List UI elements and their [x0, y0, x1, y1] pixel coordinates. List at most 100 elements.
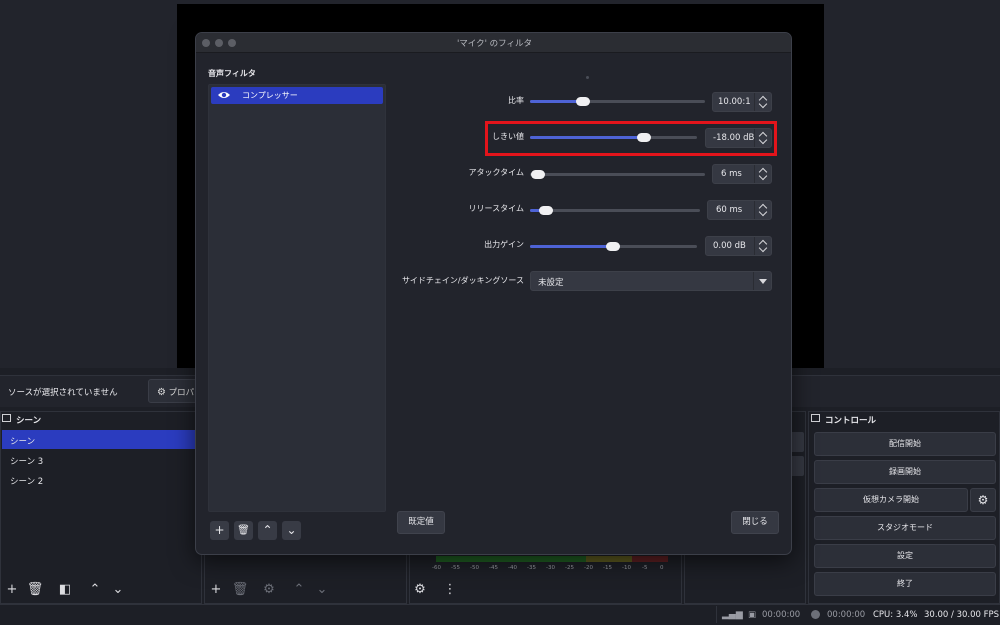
exit-button[interactable]: 終了: [814, 572, 996, 596]
scene-item-label: シーン 2: [10, 477, 44, 487]
move-filter-up-button[interactable]: ⌃: [258, 521, 277, 540]
meter-tick: -50: [470, 565, 479, 571]
eye-icon[interactable]: [217, 90, 231, 100]
gear-icon[interactable]: ⚙: [260, 581, 278, 599]
add-filter-button[interactable]: +: [210, 521, 229, 540]
gear-icon: ⚙: [977, 493, 989, 507]
record-icon: [811, 610, 820, 619]
trash-icon[interactable]: 🗑: [26, 581, 44, 599]
release-time-slider-handle[interactable]: [539, 206, 553, 215]
fps-readout: 30.00 / 30.00 FPS: [924, 610, 1000, 620]
filter-list[interactable]: [208, 84, 386, 512]
output-gain-slider[interactable]: [530, 242, 697, 251]
cpu-usage: CPU: 3.4%: [873, 610, 918, 620]
start-recording-button[interactable]: 録画開始: [814, 460, 996, 484]
signal-icon: ▂▄▆: [722, 610, 743, 620]
stream-icon: ▣: [748, 610, 757, 620]
dialog-title: 'マイク' のフィルタ: [456, 39, 533, 49]
caret-down-icon: [759, 279, 767, 284]
stream-time: 00:00:00: [762, 610, 801, 620]
meter-tick: -60: [432, 565, 441, 571]
start-virtual-camera-button[interactable]: 仮想カメラ開始: [814, 488, 968, 512]
studio-mode-button[interactable]: スタジオモード: [814, 516, 996, 540]
filter-item-compressor[interactable]: コンプレッサー: [211, 87, 383, 104]
meter-tick: -20: [584, 565, 593, 571]
output-gain-spinbox[interactable]: 0.00 dB: [705, 236, 772, 256]
output-gain-value: 0.00 dB: [713, 241, 746, 251]
defaults-button[interactable]: 既定値: [397, 511, 445, 534]
threshold-highlight-box: [485, 121, 777, 156]
meter-tick: -35: [527, 565, 536, 571]
meter-tick: 0: [660, 565, 664, 571]
scene-item-label: シーン 3: [10, 457, 44, 467]
chevron-down-icon[interactable]: ⌄: [313, 581, 331, 599]
output-gain-slider-handle[interactable]: [606, 242, 620, 251]
scene-item[interactable]: シーン 3: [2, 450, 195, 469]
attack-time-label: アタックタイム: [468, 168, 524, 177]
release-time-value: 60 ms: [716, 205, 743, 215]
scene-item-label: シーン: [10, 437, 36, 447]
audio-filters-label: 音声フィルタ: [208, 69, 256, 78]
remove-filter-button[interactable]: 🗑: [234, 521, 253, 540]
ratio-spinbox[interactable]: 10.00:1: [712, 92, 772, 112]
attack-time-slider-handle[interactable]: [531, 170, 545, 179]
sidechain-select[interactable]: 未設定: [530, 271, 772, 291]
filters-dialog: 'マイク' のフィルタ 音声フィルタ コンプレッサー + 🗑 ⌃ ⌄ 比率 10…: [195, 32, 792, 555]
output-gain-label: 出力ゲイン: [484, 240, 524, 249]
scene-item[interactable]: シーン: [2, 430, 195, 449]
release-time-stepper[interactable]: [754, 201, 771, 219]
scene-item[interactable]: シーン 2: [2, 470, 195, 489]
chevron-down-icon[interactable]: ⌄: [109, 581, 127, 599]
add-source-icon[interactable]: +: [207, 581, 225, 599]
attack-time-slider[interactable]: [530, 170, 705, 179]
dock-icon: [2, 414, 11, 422]
chevron-up-icon[interactable]: ⌃: [86, 581, 104, 599]
release-time-spinbox[interactable]: 60 ms: [707, 200, 772, 220]
drag-handle-dot: [586, 76, 589, 79]
attack-time-stepper[interactable]: [754, 165, 771, 183]
meter-tick: -10: [622, 565, 631, 571]
ratio-slider[interactable]: [530, 97, 705, 106]
meter-tick: -45: [489, 565, 498, 571]
settings-button[interactable]: 設定: [814, 544, 996, 568]
dropdown-button[interactable]: [753, 272, 771, 290]
add-scene-icon[interactable]: +: [3, 581, 21, 599]
controls-title: コントロール: [825, 416, 877, 426]
gear-icon: ⚙: [157, 387, 166, 398]
output-gain-slider-fill: [530, 245, 612, 248]
ratio-label: 比率: [508, 96, 524, 105]
more-options-icon[interactable]: ⋮: [441, 581, 459, 599]
sidechain-label: サイドチェイン/ダッキングソース: [401, 276, 524, 285]
meter-ticks: -60 -55 -50 -45 -40 -35 -30 -25 -20 -15 …: [432, 565, 672, 575]
meter-tick: -55: [451, 565, 460, 571]
close-button[interactable]: 閉じる: [731, 511, 779, 534]
volume-meter: [436, 556, 668, 562]
release-time-label: リリースタイム: [468, 204, 524, 213]
sidechain-value: 未設定: [538, 278, 564, 288]
virtual-camera-settings-button[interactable]: ⚙: [970, 488, 996, 512]
attack-time-value: 6 ms: [721, 169, 742, 179]
meter-tick: -40: [508, 565, 517, 571]
start-streaming-button[interactable]: 配信開始: [814, 432, 996, 456]
obs-window: ソースが選択されていません ⚙ プロパ シーン シーン シーン 3 シーン 2 …: [0, 0, 1000, 625]
meter-tick: -15: [603, 565, 612, 571]
release-time-slider[interactable]: [530, 206, 700, 215]
filter-item-label: コンプレッサー: [242, 91, 298, 100]
properties-button-label: プロパ: [168, 388, 195, 398]
chevron-up-icon[interactable]: ⌃: [290, 581, 308, 599]
meter-tick: -25: [565, 565, 574, 571]
attack-time-spinbox[interactable]: 6 ms: [712, 164, 772, 184]
ratio-value: 10.00:1: [718, 97, 751, 107]
ratio-slider-handle[interactable]: [576, 97, 590, 106]
move-filter-down-button[interactable]: ⌄: [282, 521, 301, 540]
status-separator: [716, 606, 717, 623]
output-gain-stepper[interactable]: [754, 237, 771, 255]
record-time: 00:00:00: [827, 610, 866, 620]
scenes-title: シーン: [16, 416, 42, 426]
ratio-stepper[interactable]: [754, 93, 771, 111]
dock-icon: [811, 414, 820, 422]
trash-icon[interactable]: 🗑: [231, 581, 249, 599]
mixer-settings-icon[interactable]: ⚙: [411, 581, 429, 599]
filter-icon[interactable]: ◧: [56, 581, 74, 599]
meter-tick: -5: [642, 565, 648, 571]
